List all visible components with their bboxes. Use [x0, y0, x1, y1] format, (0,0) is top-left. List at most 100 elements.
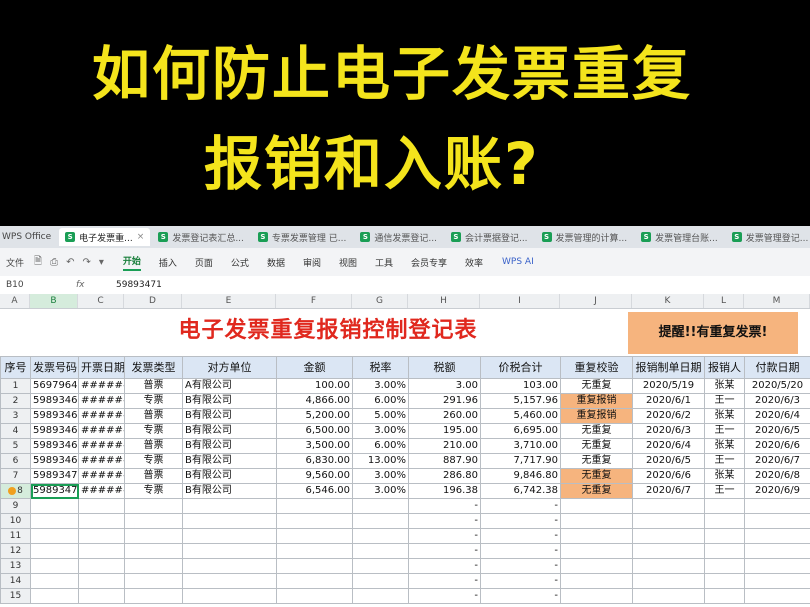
- wps-ai-button[interactable]: WPS AI: [502, 257, 534, 267]
- table-cell[interactable]: [352, 498, 409, 514]
- row-number[interactable]: 2: [0, 393, 31, 409]
- table-cell[interactable]: [30, 588, 79, 604]
- table-cell[interactable]: [744, 543, 810, 559]
- table-cell[interactable]: 5.00%: [352, 408, 409, 424]
- table-cell[interactable]: 3.00%: [352, 483, 409, 499]
- table-cell[interactable]: [704, 498, 745, 514]
- table-cell[interactable]: 张某: [704, 468, 745, 484]
- table-cell[interactable]: [124, 543, 183, 559]
- column-header[interactable]: I: [480, 294, 560, 308]
- column-title[interactable]: 重复校验: [560, 356, 633, 379]
- table-cell[interactable]: 普票: [124, 378, 183, 394]
- ribbon-tab[interactable]: 页面: [195, 256, 213, 269]
- row-number[interactable]: 11: [0, 528, 31, 544]
- row-number[interactable]: 14: [0, 573, 31, 589]
- table-cell[interactable]: B有限公司: [182, 453, 277, 469]
- column-title[interactable]: 税额: [408, 356, 481, 379]
- table-cell[interactable]: 195.00: [408, 423, 481, 439]
- table-cell[interactable]: 王一: [704, 423, 745, 439]
- row-number[interactable]: 3: [0, 408, 31, 424]
- table-cell[interactable]: [632, 558, 705, 574]
- table-cell[interactable]: [560, 588, 633, 604]
- column-title[interactable]: 报销制单日期: [632, 356, 705, 379]
- table-cell[interactable]: 无重复: [560, 423, 633, 439]
- table-cell[interactable]: 普票: [124, 408, 183, 424]
- table-cell[interactable]: ########: [78, 483, 125, 499]
- row-number[interactable]: 5: [0, 438, 31, 454]
- table-cell[interactable]: [744, 588, 810, 604]
- table-cell[interactable]: 专票: [124, 393, 183, 409]
- document-tab[interactable]: S 会计票据登记...: [445, 228, 534, 246]
- table-cell[interactable]: 5,200.00: [276, 408, 353, 424]
- table-cell[interactable]: [78, 558, 125, 574]
- ribbon-tab[interactable]: 审阅: [303, 256, 321, 269]
- row-number[interactable]: 15: [0, 588, 31, 604]
- table-cell[interactable]: B有限公司: [182, 393, 277, 409]
- table-cell[interactable]: 2020/6/4: [632, 438, 705, 454]
- table-cell[interactable]: 5,460.00: [480, 408, 561, 424]
- document-tab[interactable]: S 发票管理登记...: [726, 228, 810, 246]
- column-header[interactable]: K: [632, 294, 704, 308]
- formula-input[interactable]: 59893471: [116, 280, 162, 290]
- table-cell[interactable]: 9,560.00: [276, 468, 353, 484]
- ribbon-tab[interactable]: 插入: [159, 256, 177, 269]
- table-cell[interactable]: 6,695.00: [480, 423, 561, 439]
- table-cell[interactable]: [30, 543, 79, 559]
- ribbon-tab[interactable]: 开始: [122, 254, 141, 271]
- table-cell[interactable]: [704, 558, 745, 574]
- table-cell[interactable]: 2020/5/20: [744, 378, 810, 394]
- table-cell[interactable]: [632, 543, 705, 559]
- table-cell[interactable]: 56979646: [30, 378, 79, 394]
- table-cell[interactable]: [182, 543, 277, 559]
- table-cell[interactable]: [276, 588, 353, 604]
- table-cell[interactable]: 2020/6/2: [632, 408, 705, 424]
- table-cell[interactable]: -: [408, 498, 481, 514]
- table-cell[interactable]: [632, 513, 705, 529]
- table-cell[interactable]: ########: [78, 438, 125, 454]
- table-cell[interactable]: [78, 528, 125, 544]
- row-number[interactable]: 12: [0, 543, 31, 559]
- column-header[interactable]: H: [408, 294, 480, 308]
- table-cell[interactable]: 291.96: [408, 393, 481, 409]
- table-cell[interactable]: [352, 543, 409, 559]
- document-tab[interactable]: S 专票发票管理 已...: [252, 228, 352, 246]
- table-cell[interactable]: 无重复: [560, 453, 633, 469]
- table-cell[interactable]: ########: [78, 408, 125, 424]
- table-cell[interactable]: [276, 543, 353, 559]
- table-cell[interactable]: [704, 543, 745, 559]
- table-cell[interactable]: -: [408, 543, 481, 559]
- table-cell[interactable]: 887.90: [408, 453, 481, 469]
- table-cell[interactable]: [560, 498, 633, 514]
- save-icon[interactable]: 🗎: [34, 254, 42, 271]
- row-number[interactable]: 13: [0, 558, 31, 574]
- table-cell[interactable]: [182, 498, 277, 514]
- table-cell[interactable]: A有限公司: [182, 378, 277, 394]
- table-cell[interactable]: [560, 528, 633, 544]
- table-cell[interactable]: [276, 498, 353, 514]
- table-cell[interactable]: 59893469: [30, 453, 79, 469]
- row-number[interactable]: 8: [0, 483, 31, 499]
- table-cell[interactable]: 59893468: [30, 438, 79, 454]
- table-cell[interactable]: 196.38: [408, 483, 481, 499]
- table-cell[interactable]: 59893470: [30, 468, 79, 484]
- table-cell[interactable]: B有限公司: [182, 423, 277, 439]
- row-number[interactable]: 4: [0, 423, 31, 439]
- table-cell[interactable]: 6,830.00: [276, 453, 353, 469]
- table-cell[interactable]: 2020/6/8: [744, 468, 810, 484]
- name-box[interactable]: B10: [0, 280, 76, 290]
- table-cell[interactable]: 59893467: [30, 423, 79, 439]
- table-cell[interactable]: -: [408, 588, 481, 604]
- table-cell[interactable]: 3,710.00: [480, 438, 561, 454]
- column-header[interactable]: F: [276, 294, 352, 308]
- column-title[interactable]: 开票日期: [78, 356, 125, 379]
- table-cell[interactable]: -: [480, 543, 561, 559]
- table-cell[interactable]: ########: [78, 468, 125, 484]
- row-number[interactable]: 1: [0, 378, 31, 394]
- table-cell[interactable]: 普票: [124, 438, 183, 454]
- table-cell[interactable]: 2020/6/3: [744, 393, 810, 409]
- table-cell[interactable]: [632, 528, 705, 544]
- table-cell[interactable]: 2020/6/7: [744, 453, 810, 469]
- document-tab[interactable]: S 通信发票登记...: [354, 228, 443, 246]
- document-tab[interactable]: S 发票管理的计算...: [536, 228, 634, 246]
- table-cell[interactable]: [352, 558, 409, 574]
